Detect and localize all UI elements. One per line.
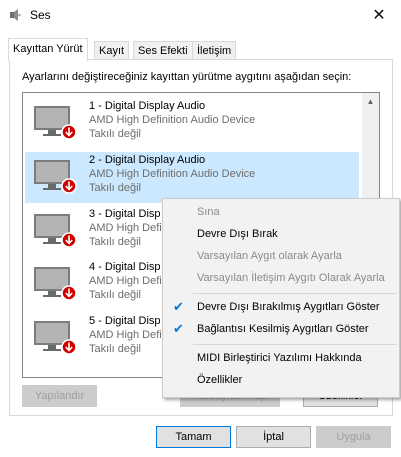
cancel-button[interactable]: İptal <box>236 426 311 448</box>
apply-button[interactable]: Uygula <box>316 426 391 448</box>
tab-recording[interactable]: Kayıt <box>94 41 130 60</box>
configure-button[interactable]: Yapılandır <box>22 385 97 407</box>
menu-item-label: Varsayılan Aygıt olarak Ayarla <box>197 250 342 262</box>
menu-item-label: MIDI Birleştirici Yazılımı Hakkında <box>197 352 362 364</box>
close-icon[interactable]: ✕ <box>357 0 401 30</box>
device-name: 2 - Digital Display Audio <box>89 154 206 166</box>
menu-separator <box>193 293 397 294</box>
tab-sound-effects[interactable]: Ses Efekti <box>133 41 193 60</box>
menu-item-label: Özellikler <box>197 374 243 386</box>
monitor-icon <box>34 321 77 355</box>
menu-item-properties[interactable]: Özellikler <box>163 369 399 391</box>
menu-separator <box>193 344 397 345</box>
menu-item-label: Devre Dışı Bırak <box>197 228 278 240</box>
speaker-icon <box>10 9 21 21</box>
device-name: 1 - Digital Display Audio <box>89 100 206 112</box>
device-description: AMD High Defin <box>89 222 168 234</box>
checkmark-icon: ✔ <box>173 321 184 336</box>
menu-item-label: Bağlantısı Kesilmiş Aygıtları Göster <box>197 323 369 335</box>
scroll-up-icon[interactable]: ▲ <box>362 93 379 110</box>
context-menu: Sına Devre Dışı Bırak Varsayılan Aygıt o… <box>162 198 400 398</box>
menu-item-show-disconnected[interactable]: ✔ Bağlantısı Kesilmiş Aygıtları Göster <box>163 318 399 340</box>
menu-item-disable[interactable]: Devre Dışı Bırak <box>163 223 399 245</box>
ok-button[interactable]: Tamam <box>156 426 231 448</box>
device-description: AMD High Definition Audio Device <box>89 168 256 180</box>
menu-item-show-disabled[interactable]: ✔ Devre Dışı Bırakılmış Aygıtları Göster <box>163 296 399 318</box>
monitor-icon <box>34 160 77 194</box>
device-item-1[interactable]: 1 - Digital Display Audio AMD High Defin… <box>25 98 359 149</box>
monitor-icon <box>34 267 77 301</box>
instruction-text: Ayarlarını değiştireceğiniz kayıttan yür… <box>22 71 352 83</box>
tab-playback[interactable]: Kayıttan Yürüt <box>8 38 88 61</box>
device-name: 3 - Digital Disp <box>89 208 161 220</box>
device-state: Takılı değil <box>89 343 141 355</box>
menu-item-label: Devre Dışı Bırakılmış Aygıtları Göster <box>197 301 380 313</box>
device-description: AMD High Defin <box>89 329 168 341</box>
menu-item-set-default-comm[interactable]: Varsayılan İletişim Aygıtı Olarak Ayarla <box>163 267 399 289</box>
menu-item-set-default-device[interactable]: Varsayılan Aygıt olarak Ayarla <box>163 245 399 267</box>
device-description: AMD High Defin <box>89 275 168 287</box>
menu-item-test[interactable]: Sına <box>163 201 399 223</box>
device-state: Takılı değil <box>89 236 141 248</box>
device-state: Takılı değil <box>89 182 141 194</box>
title-bar: Ses ✕ <box>0 0 401 30</box>
device-name: 4 - Digital Disp <box>89 261 161 273</box>
window-title: Ses <box>30 8 51 22</box>
menu-item-label: Sına <box>197 206 220 218</box>
checkmark-icon: ✔ <box>173 299 184 314</box>
tab-communications[interactable]: İletişim <box>192 41 237 60</box>
device-state: Takılı değil <box>89 289 141 301</box>
device-description: AMD High Definition Audio Device <box>89 114 256 126</box>
monitor-icon <box>34 106 77 140</box>
device-name: 5 - Digital Disp <box>89 315 161 327</box>
monitor-icon <box>34 214 77 248</box>
menu-item-midi-about[interactable]: MIDI Birleştirici Yazılımı Hakkında <box>163 347 399 369</box>
device-state: Takılı değil <box>89 128 141 140</box>
menu-item-label: Varsayılan İletişim Aygıtı Olarak Ayarla <box>197 272 385 284</box>
device-item-2[interactable]: 2 - Digital Display Audio AMD High Defin… <box>25 152 359 203</box>
